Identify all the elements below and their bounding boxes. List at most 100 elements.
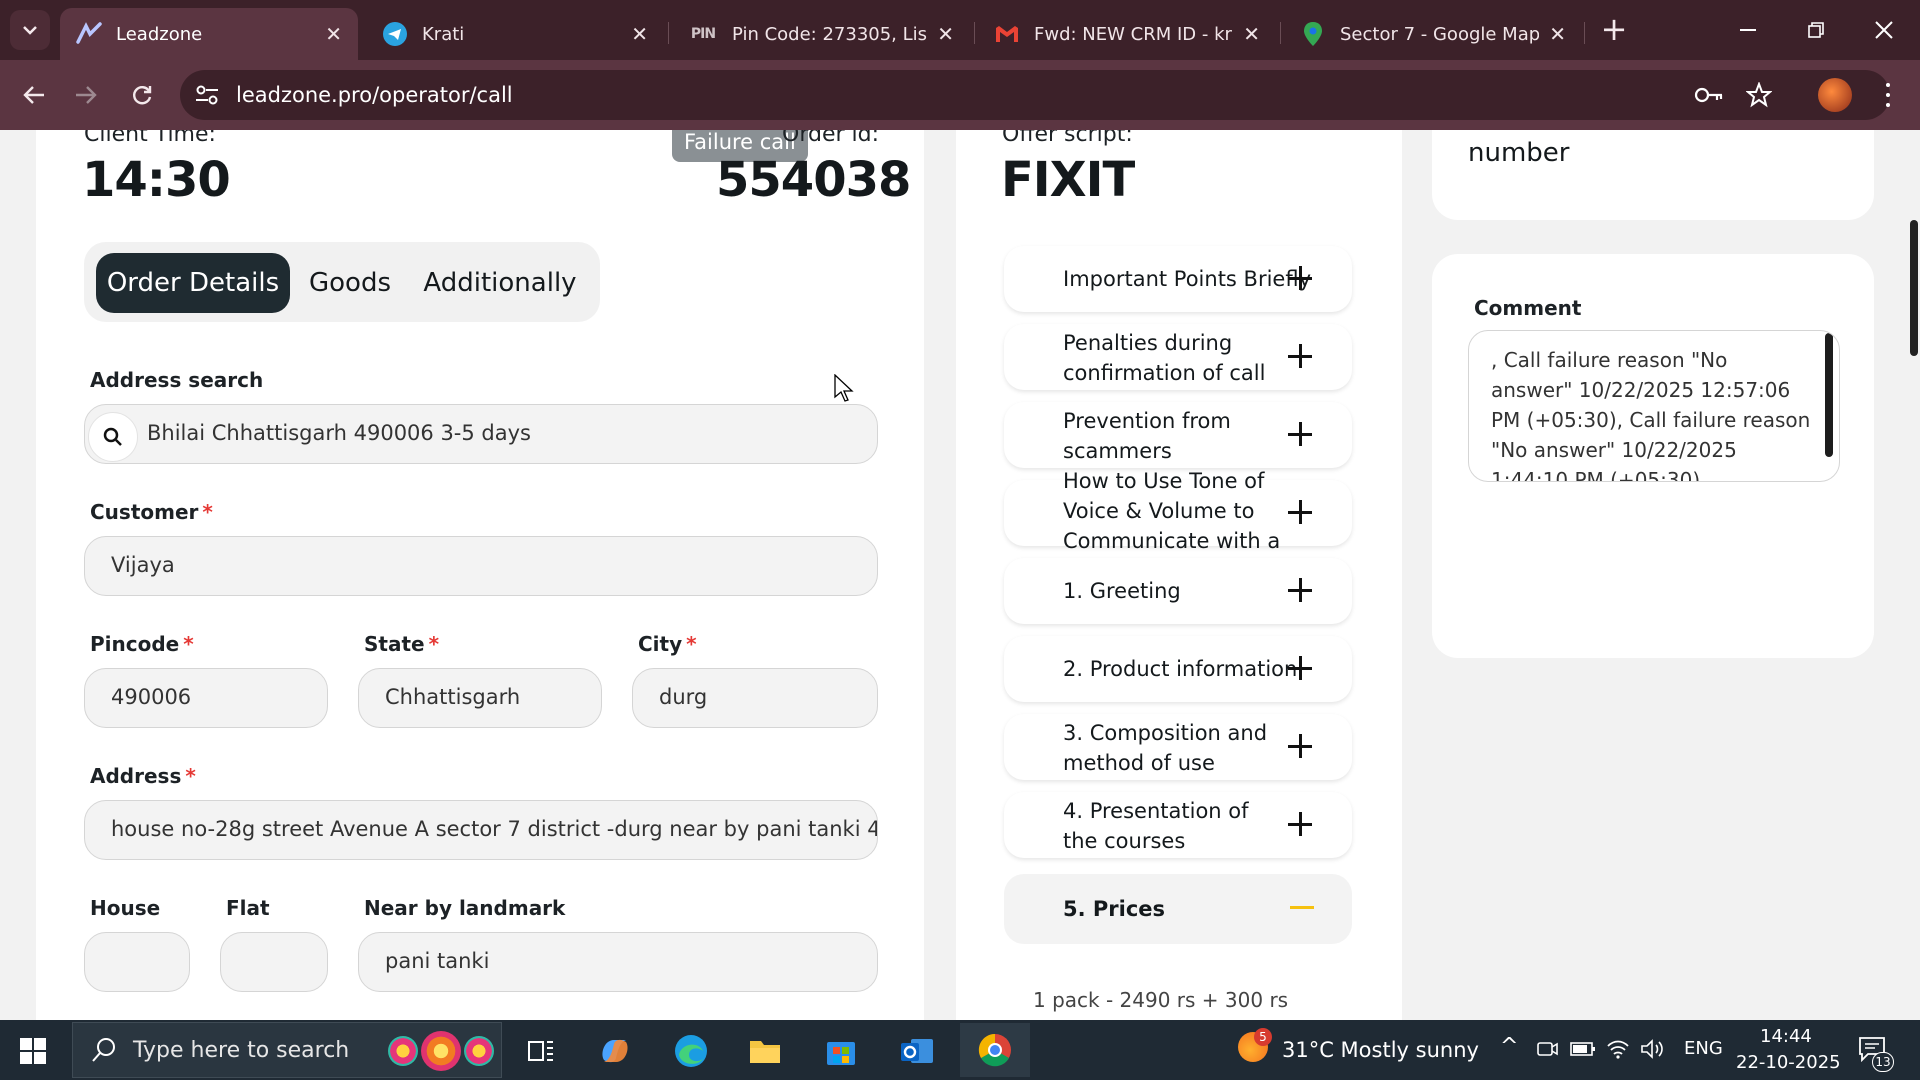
forward-arrow-icon <box>76 86 97 104</box>
comment-label: Comment <box>1474 296 1582 320</box>
pincode-input[interactable]: 490006 <box>84 668 328 728</box>
close-tab-icon[interactable]: ✕ <box>631 22 648 46</box>
script-section[interactable]: 2. Product information <box>1004 636 1352 702</box>
section-title: Important Points Briefly <box>1063 267 1311 291</box>
pin-icon: PIN <box>690 26 716 42</box>
flat-input[interactable] <box>220 932 328 992</box>
city-input[interactable]: durg <box>632 668 878 728</box>
minimize-button[interactable] <box>1726 10 1770 50</box>
script-section[interactable]: How to Use Tone of Voice & Volume to Com… <box>1004 469 1352 583</box>
close-icon <box>1875 21 1893 39</box>
close-window-button[interactable] <box>1862 10 1906 50</box>
weather-text[interactable]: 31°C Mostly sunny <box>1282 1038 1479 1062</box>
microsoft-store-icon[interactable] <box>816 1026 866 1076</box>
reload-button[interactable] <box>122 75 162 115</box>
order-tabs: Order Details Goods Additionally <box>84 242 600 322</box>
reload-icon <box>133 86 152 105</box>
script-section[interactable]: 4. Presentation of the courses <box>1004 792 1352 858</box>
address-search-input[interactable]: Bhilai Chhattisgarh 490006 3-5 days <box>84 404 878 464</box>
copilot-icon[interactable] <box>590 1026 640 1076</box>
leadzone-icon <box>76 21 102 47</box>
order-id-label: Order id: <box>782 130 880 147</box>
close-tab-icon[interactable]: ✕ <box>1243 22 1260 46</box>
restore-button[interactable] <box>1794 10 1838 50</box>
script-section[interactable]: 1. Greeting <box>1004 558 1352 624</box>
restore-icon <box>1808 22 1824 38</box>
order-id-value: 554038 <box>716 152 911 208</box>
expand-plus-icon <box>1288 266 1314 292</box>
windows-start-icon[interactable] <box>20 1038 46 1068</box>
tab-title: Krati <box>422 23 465 45</box>
required-mark: * <box>185 764 196 788</box>
maps-icon <box>1300 21 1326 47</box>
house-label: House <box>90 896 161 920</box>
expand-plus-icon <box>1288 812 1314 838</box>
tab-krati[interactable]: Krati ✕ <box>366 8 664 60</box>
tab-leadzone[interactable]: Leadzone ✕ <box>60 8 358 60</box>
forward-button[interactable] <box>66 75 106 115</box>
meet-now-icon[interactable] <box>1536 1038 1558 1060</box>
browser-menu-icon[interactable] <box>1880 80 1896 110</box>
landmark-input[interactable]: pani tanki <box>358 932 878 992</box>
new-tab-button[interactable]: + <box>1596 12 1632 48</box>
close-tab-icon[interactable]: ✕ <box>937 22 954 46</box>
page-scrollbar[interactable] <box>1910 220 1918 356</box>
wifi-icon[interactable] <box>1606 1038 1630 1060</box>
tab-goods[interactable]: Goods <box>300 253 400 313</box>
omnibox-field[interactable]: leadzone.pro/operator/call <box>180 70 1890 120</box>
tab-google-maps[interactable]: Sector 7 - Google Maps ✕ <box>1284 8 1582 60</box>
address-label: Address * <box>90 764 196 788</box>
tab-divider <box>974 22 975 44</box>
omnibox[interactable]: leadzone.pro/operator/call <box>180 70 1900 120</box>
gmail-icon <box>994 21 1020 47</box>
volume-icon[interactable] <box>1640 1038 1664 1060</box>
chrome-icon[interactable] <box>960 1023 1030 1077</box>
tab-search-button[interactable] <box>10 10 50 50</box>
state-input[interactable]: Chhattisgarh <box>358 668 602 728</box>
price-text: 1 pack - 2490 rs + 300 rs <box>1033 988 1289 1012</box>
script-section[interactable]: Important Points Briefly <box>1004 246 1352 312</box>
tab-title: Fwd: NEW CRM ID - krati <box>1034 23 1234 45</box>
house-input[interactable] <box>84 932 190 992</box>
close-tab-icon[interactable]: ✕ <box>1549 22 1566 46</box>
script-section[interactable]: Penalties during confirmation of call <box>1004 324 1352 390</box>
required-mark: * <box>686 632 697 656</box>
password-key-icon[interactable] <box>1694 84 1724 106</box>
script-section-open[interactable]: 5. Prices <box>1004 874 1352 944</box>
search-icon <box>92 1038 115 1062</box>
profile-avatar[interactable] <box>1818 78 1852 112</box>
collapse-minus-icon <box>1290 906 1314 909</box>
telegram-icon <box>382 21 408 47</box>
tab-additionally[interactable]: Additionally <box>412 253 588 313</box>
close-tab-icon[interactable]: ✕ <box>325 22 342 46</box>
battery-icon[interactable] <box>1570 1040 1596 1058</box>
customer-input[interactable]: Vijaya <box>84 536 878 596</box>
bookmark-star-icon[interactable] <box>1746 82 1772 108</box>
language-indicator[interactable]: ENG <box>1684 1038 1723 1059</box>
comment-text: , Call failure reason "No answer" 10/22/… <box>1491 348 1811 482</box>
windows-taskbar: Type here to search 5 31°C Mostly sunny … <box>0 1020 1920 1080</box>
expand-plus-icon <box>1288 734 1314 760</box>
comment-textarea[interactable]: , Call failure reason "No answer" 10/22/… <box>1468 330 1840 482</box>
search-button[interactable] <box>88 412 138 462</box>
outlook-icon[interactable] <box>892 1026 942 1076</box>
edge-icon[interactable] <box>666 1026 716 1076</box>
taskbar-search-box[interactable]: Type here to search <box>72 1022 502 1078</box>
address-input[interactable]: house no-28g street Avenue A sector 7 di… <box>84 800 878 860</box>
file-explorer-icon[interactable] <box>740 1026 790 1076</box>
task-view-icon[interactable] <box>516 1026 566 1076</box>
tray-overflow-chevron-icon[interactable]: ^ <box>1500 1034 1518 1059</box>
tab-gmail[interactable]: Fwd: NEW CRM ID - krati ✕ <box>978 8 1276 60</box>
comment-scrollbar[interactable] <box>1825 333 1833 457</box>
clock-date[interactable]: 22-10-2025 <box>1736 1052 1841 1073</box>
clock-time[interactable]: 14:44 <box>1760 1026 1812 1047</box>
script-section[interactable]: Prevention from scammers <box>1004 402 1352 468</box>
tab-order-details[interactable]: Order Details <box>96 253 290 313</box>
offer-script-label: Offer script: <box>1002 130 1133 147</box>
back-button[interactable] <box>14 75 54 115</box>
tab-pin-code[interactable]: PIN Pin Code: 273305, List of ✕ <box>672 8 970 60</box>
site-info-icon[interactable] <box>194 83 220 107</box>
script-section[interactable]: 3. Composition and method of use <box>1004 714 1352 780</box>
mouse-cursor-icon <box>834 374 854 402</box>
browser-tab-bar: Leadzone ✕ Krati ✕ PIN Pin Code: 273305,… <box>0 0 1920 60</box>
